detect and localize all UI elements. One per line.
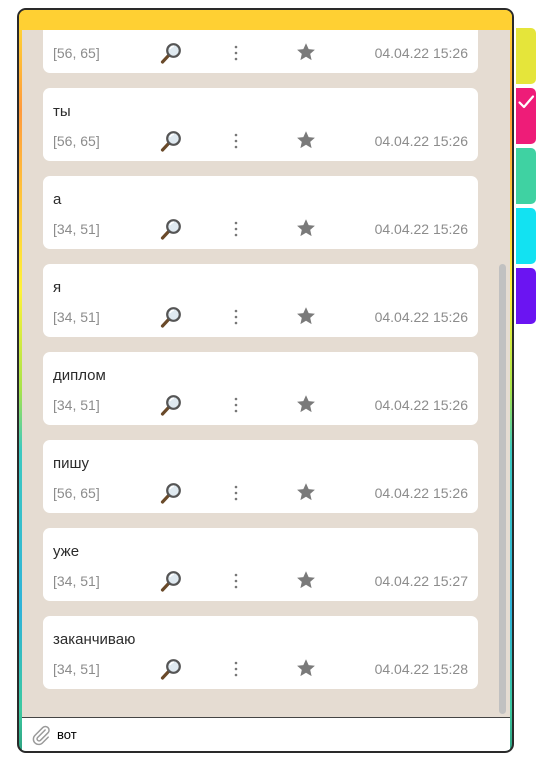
message-word: как [53, 30, 75, 32]
magnifier-icon[interactable] [159, 217, 183, 241]
message-word: ты [53, 103, 71, 120]
message-word: уже [53, 543, 80, 560]
message-timestamp: 04.04.22 15:28 [374, 661, 468, 677]
message-timestamp: 04.04.22 15:27 [374, 573, 468, 589]
color-tab[interactable] [516, 28, 536, 84]
message-card[interactable]: как [56, 65] 04.04.22 15:26 [43, 30, 478, 73]
more-vertical-icon[interactable] [229, 570, 243, 592]
magnifier-icon[interactable] [159, 569, 183, 593]
message-card[interactable]: уже [34, 51] 04.04.22 15:27 [43, 528, 478, 601]
message-range: [34, 51] [53, 573, 100, 589]
message-range: [56, 65] [53, 45, 100, 61]
star-icon[interactable] [295, 41, 317, 63]
more-vertical-icon[interactable] [229, 218, 243, 240]
message-card[interactable]: ты [56, 65] 04.04.22 15:26 [43, 88, 478, 161]
star-icon[interactable] [295, 657, 317, 679]
message-range: [34, 51] [53, 397, 100, 413]
title-bar[interactable] [19, 10, 512, 29]
message-word: я [53, 279, 62, 296]
star-icon[interactable] [295, 305, 317, 327]
color-tab[interactable] [516, 148, 536, 204]
scrollbar-thumb[interactable] [499, 264, 506, 714]
more-vertical-icon[interactable] [229, 482, 243, 504]
message-word: а [53, 191, 62, 208]
message-input-bar [22, 717, 510, 751]
message-word: заканчиваю [53, 631, 136, 648]
magnifier-icon[interactable] [159, 393, 183, 417]
message-range: [56, 65] [53, 485, 100, 501]
more-vertical-icon[interactable] [229, 306, 243, 328]
message-card[interactable]: а [34, 51] 04.04.22 15:26 [43, 176, 478, 249]
color-tab[interactable] [516, 268, 536, 324]
message-timestamp: 04.04.22 15:26 [374, 309, 468, 325]
magnifier-icon[interactable] [159, 481, 183, 505]
paperclip-icon[interactable] [30, 724, 52, 746]
message-word: пишу [53, 455, 90, 472]
message-card[interactable]: заканчиваю [34, 51] 04.04.22 15:28 [43, 616, 478, 689]
magnifier-icon[interactable] [159, 305, 183, 329]
message-timestamp: 04.04.22 15:26 [374, 485, 468, 501]
scrollbar[interactable] [497, 30, 507, 717]
message-timestamp: 04.04.22 15:26 [374, 397, 468, 413]
message-range: [34, 51] [53, 661, 100, 677]
more-vertical-icon[interactable] [229, 42, 243, 64]
star-icon[interactable] [295, 569, 317, 591]
message-list[interactable]: как [56, 65] 04.04.22 15:26 ты [56, 65] [22, 30, 510, 717]
message-timestamp: 04.04.22 15:26 [374, 45, 468, 61]
message-card[interactable]: я [34, 51] 04.04.22 15:26 [43, 264, 478, 337]
star-icon[interactable] [295, 217, 317, 239]
checkmark-icon [517, 93, 535, 116]
message-range: [56, 65] [53, 133, 100, 149]
more-vertical-icon[interactable] [229, 658, 243, 680]
message-timestamp: 04.04.22 15:26 [374, 133, 468, 149]
message-card[interactable]: диплом [34, 51] 04.04.22 15:26 [43, 352, 478, 425]
more-vertical-icon[interactable] [229, 130, 243, 152]
star-icon[interactable] [295, 129, 317, 151]
color-tab[interactable] [516, 208, 536, 264]
message-card[interactable]: пишу [56, 65] 04.04.22 15:26 [43, 440, 478, 513]
message-range: [34, 51] [53, 221, 100, 237]
chat-window: как [56, 65] 04.04.22 15:26 ты [56, 65] [17, 8, 514, 753]
more-vertical-icon[interactable] [229, 394, 243, 416]
magnifier-icon[interactable] [159, 41, 183, 65]
color-tab[interactable] [516, 88, 536, 144]
magnifier-icon[interactable] [159, 657, 183, 681]
message-input[interactable] [57, 727, 477, 742]
star-icon[interactable] [295, 481, 317, 503]
message-range: [34, 51] [53, 309, 100, 325]
message-word: диплом [53, 367, 106, 384]
star-icon[interactable] [295, 393, 317, 415]
magnifier-icon[interactable] [159, 129, 183, 153]
message-timestamp: 04.04.22 15:26 [374, 221, 468, 237]
